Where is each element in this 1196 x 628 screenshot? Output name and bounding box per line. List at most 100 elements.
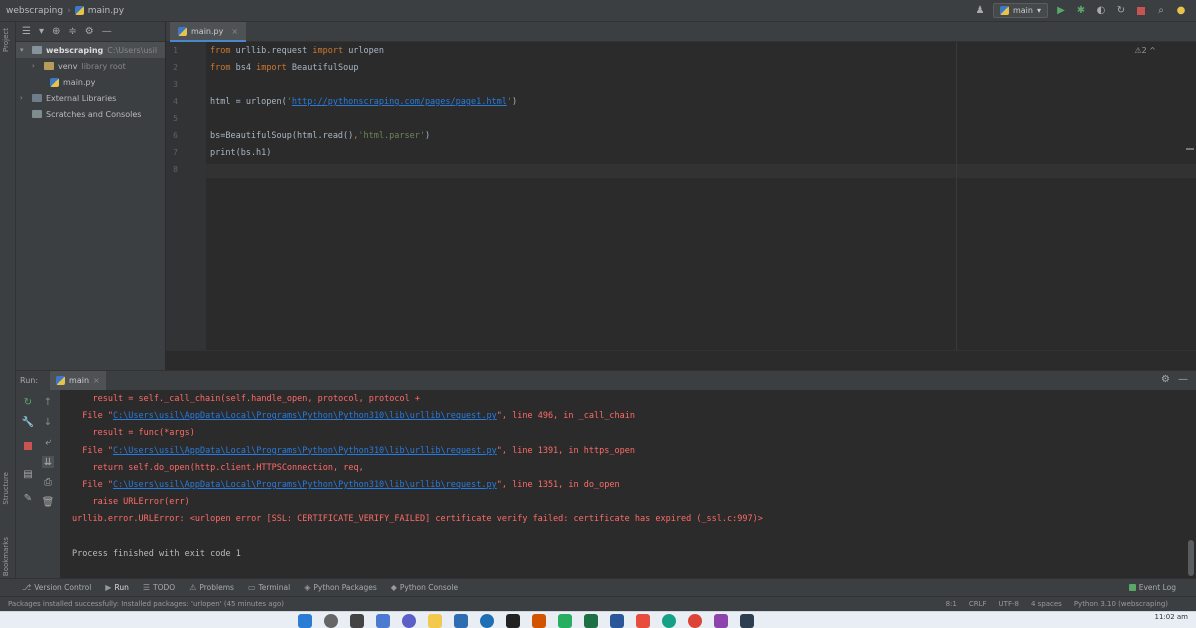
tool-tab-todo[interactable]: ☰ TODO	[143, 583, 175, 592]
project-view-icon[interactable]: ☰	[22, 26, 31, 37]
print-icon[interactable]: ⎙	[42, 476, 54, 488]
tool-tab-version-control[interactable]: ⎇ Version Control	[22, 583, 91, 592]
excel-icon[interactable]	[584, 614, 598, 628]
run-icon[interactable]: ▶	[1054, 4, 1068, 18]
task-view-icon[interactable]	[350, 614, 364, 628]
project-tool-tab[interactable]: Project	[2, 28, 10, 52]
tree-item-external-libraries[interactable]: › External Libraries	[16, 90, 165, 106]
file-explorer-icon[interactable]	[428, 614, 442, 628]
widgets-icon[interactable]	[376, 614, 390, 628]
app-icon[interactable]	[558, 614, 572, 628]
right-margin-guide	[956, 42, 957, 350]
windows-start-icon[interactable]	[298, 614, 312, 628]
hide-icon[interactable]: —	[1178, 374, 1188, 385]
tool-tab-terminal[interactable]: ▭ Terminal	[248, 583, 290, 592]
taskbar-clock[interactable]: 11:02 am	[1154, 613, 1188, 621]
indent-setting[interactable]: 4 spaces	[1031, 600, 1062, 608]
run-tab-main[interactable]: main ×	[50, 370, 106, 391]
caret-position[interactable]: 8:1	[946, 600, 957, 608]
pycharm-icon[interactable]	[506, 614, 520, 628]
mail-icon[interactable]	[454, 614, 468, 628]
editor-tab-main[interactable]: main.py ×	[170, 22, 247, 42]
app-icon[interactable]	[532, 614, 546, 628]
tool-tab-label: Terminal	[258, 583, 291, 592]
chrome-icon[interactable]	[688, 614, 702, 628]
chat-icon[interactable]	[402, 614, 416, 628]
breadcrumb-file[interactable]: main.py	[88, 6, 124, 16]
code-line[interactable]: print(bs.h1)	[210, 148, 271, 158]
console-line: Process finished with exit code 1	[72, 548, 241, 559]
inspection-widget[interactable]: ⚠2 ^	[1134, 46, 1156, 55]
debug-icon[interactable]: ✱	[1074, 4, 1088, 18]
tool-tab-python-console[interactable]: ◆ Python Console	[391, 583, 458, 592]
soft-wrap-icon[interactable]: ⤶	[42, 436, 54, 448]
edge-icon[interactable]	[480, 614, 494, 628]
run-console-output[interactable]: result = self._call_chain(self.handle_op…	[60, 390, 1196, 578]
tool-tab-problems[interactable]: ⚠ Problems	[189, 583, 234, 592]
left-tool-strip: Project Structure Bookmarks	[0, 22, 16, 578]
code-line[interactable]: html = urlopen('http://pythonscraping.co…	[210, 97, 517, 107]
editor-bottom-area	[166, 350, 1196, 370]
bookmarks-tool-tab[interactable]: Bookmarks	[2, 537, 10, 576]
word-icon[interactable]	[610, 614, 624, 628]
code-token: import	[256, 63, 292, 73]
hide-icon[interactable]: —	[102, 26, 112, 37]
file-encoding[interactable]: UTF-8	[999, 600, 1019, 608]
scroll-to-end-icon[interactable]: ⇊	[42, 456, 54, 468]
code-line[interactable]: from urllib.request import urlopen	[210, 46, 384, 56]
locate-icon[interactable]: ⊕	[52, 26, 60, 37]
code-line[interactable]: bs=BeautifulSoup(html.read(),'html.parse…	[210, 131, 430, 141]
wrench-icon[interactable]: 🔧	[22, 416, 34, 428]
tool-tab-python-packages[interactable]: ◈ Python Packages	[304, 583, 377, 592]
rerun-icon[interactable]: ↻	[1114, 4, 1128, 18]
line-number: 2	[173, 63, 178, 72]
stop-icon[interactable]	[22, 440, 34, 452]
tool-tab-label: Python Packages	[313, 583, 377, 592]
stop-icon[interactable]	[1134, 4, 1148, 18]
app-icon[interactable]	[714, 614, 728, 628]
run-config-select[interactable]: main ▾	[992, 3, 1048, 18]
coverage-icon[interactable]: ◐	[1094, 4, 1108, 18]
traceback-file-link[interactable]: C:\Users\usil\AppData\Local\Programs\Pyt…	[113, 411, 497, 421]
app-icon[interactable]	[662, 614, 676, 628]
code-token[interactable]: http://pythonscraping.com/pages/page1.ht…	[292, 97, 507, 107]
code-line[interactable]: from bs4 import BeautifulSoup	[210, 63, 358, 73]
line-number: 1	[173, 46, 178, 55]
tree-item-scratches[interactable]: Scratches and Consoles	[16, 106, 165, 122]
console-scrollbar[interactable]	[1188, 540, 1194, 576]
status-message[interactable]: Packages installed successfully: Install…	[8, 600, 284, 608]
event-log-tab[interactable]: Event Log	[1128, 583, 1176, 592]
user-icon[interactable]: ♟	[973, 4, 987, 18]
gear-icon[interactable]: ⚙	[1161, 374, 1170, 385]
code-token: bs=BeautifulSoup(html.read()	[210, 131, 354, 141]
code-token: )	[424, 131, 431, 141]
code-editor[interactable]: ⚠2 ^ from urllib.request import urlopen f…	[206, 42, 1196, 350]
app-icon[interactable]	[636, 614, 650, 628]
close-icon[interactable]: ×	[93, 376, 100, 385]
traceback-file-link[interactable]: C:\Users\usil\AppData\Local\Programs\Pyt…	[113, 480, 497, 490]
tool-tab-run[interactable]: ▶ Run	[105, 583, 129, 592]
traceback-file-link[interactable]: C:\Users\usil\AppData\Local\Programs\Pyt…	[113, 446, 497, 456]
rerun-icon[interactable]: ↻	[22, 396, 34, 408]
tree-item-main[interactable]: main.py	[16, 74, 165, 90]
collapse-icon[interactable]: ≑	[68, 26, 76, 37]
layout-icon[interactable]: ▤	[22, 468, 34, 480]
breadcrumb-project[interactable]: webscraping	[6, 6, 63, 16]
app-icon[interactable]	[740, 614, 754, 628]
pin-icon[interactable]: ✎	[22, 492, 34, 504]
search-icon[interactable]	[324, 614, 338, 628]
line-separator[interactable]: CRLF	[969, 600, 987, 608]
gear-icon[interactable]: ⚙	[85, 26, 94, 37]
down-arrow-icon[interactable]: ↓	[42, 416, 54, 428]
tree-item-venv[interactable]: › venv library root	[16, 58, 165, 74]
tree-root[interactable]: ▾ webscraping C:\Users\usil	[16, 42, 165, 58]
up-arrow-icon[interactable]: ↑	[42, 396, 54, 408]
structure-tool-tab[interactable]: Structure	[2, 472, 10, 505]
python-interpreter[interactable]: Python 3.10 (webscraping)	[1074, 600, 1168, 608]
trash-icon[interactable]: 🗑	[42, 496, 55, 508]
close-icon[interactable]: ×	[231, 27, 238, 36]
settings-icon[interactable]: ●	[1174, 4, 1188, 18]
search-icon[interactable]: ⌕	[1154, 4, 1168, 18]
expand-icon[interactable]: ▾	[39, 26, 44, 37]
python-file-icon	[56, 376, 66, 385]
